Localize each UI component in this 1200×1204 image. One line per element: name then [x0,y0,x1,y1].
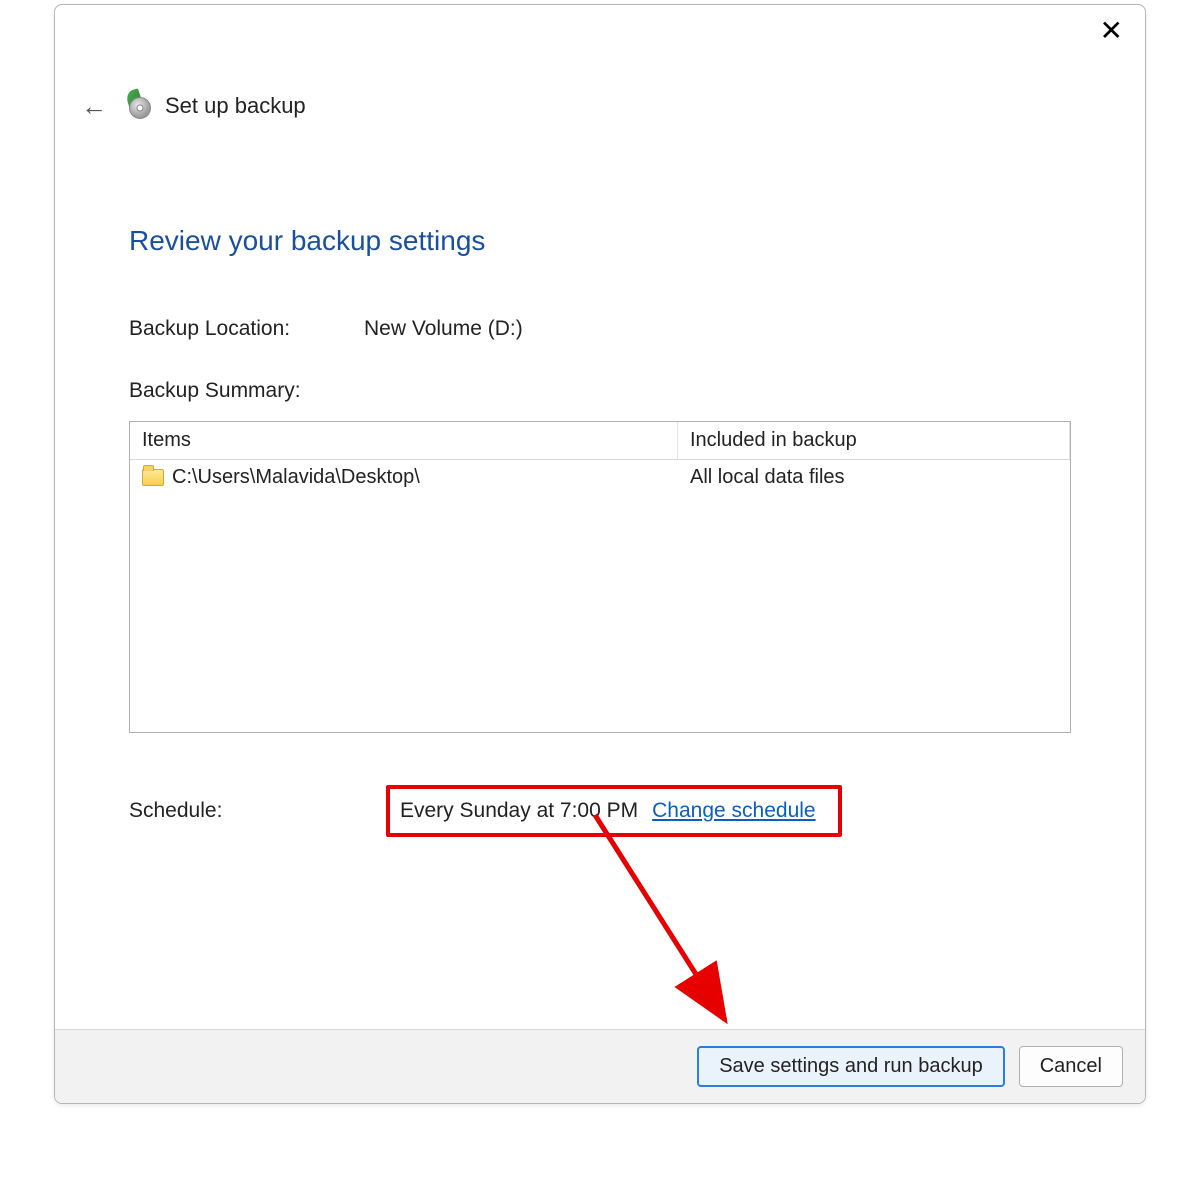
wizard-title: Set up backup [165,93,306,119]
cell-items: C:\Users\Malavida\Desktop\ [130,466,678,489]
back-arrow-icon[interactable]: ← [77,89,111,123]
backup-summary-label: Backup Summary: [129,379,1071,403]
dialog-footer: Save settings and run backup Cancel [55,1029,1145,1103]
backup-location-row: Backup Location: New Volume (D:) [129,317,1071,341]
change-schedule-link[interactable]: Change schedule [652,799,815,823]
backup-location-label: Backup Location: [129,317,364,341]
backup-wizard-icon [125,93,151,119]
content-area: Review your backup settings Backup Locat… [55,65,1145,1029]
cell-included: All local data files [678,466,1070,489]
column-header-included[interactable]: Included in backup [678,422,1070,459]
item-path: C:\Users\Malavida\Desktop\ [172,466,420,489]
schedule-label: Schedule: [129,799,386,823]
cancel-button[interactable]: Cancel [1019,1046,1123,1087]
table-row[interactable]: C:\Users\Malavida\Desktop\ All local dat… [130,460,1070,495]
column-header-items[interactable]: Items [130,422,678,459]
titlebar: ✕ [55,5,1145,65]
schedule-value: Every Sunday at 7:00 PM [400,799,638,823]
save-and-run-button[interactable]: Save settings and run backup [697,1046,1005,1087]
page-heading: Review your backup settings [129,225,1071,257]
backup-location-value: New Volume (D:) [364,317,1071,341]
schedule-row: Schedule: Every Sunday at 7:00 PM Change… [129,785,1071,837]
wizard-window: ✕ ← Set up backup Review your backup set… [54,4,1146,1104]
close-icon[interactable]: ✕ [1090,13,1133,49]
wizard-header: ← Set up backup [55,71,306,123]
backup-summary-table: Items Included in backup C:\Users\Malavi… [129,421,1071,733]
folder-icon [142,469,164,486]
table-header: Items Included in backup [130,422,1070,460]
schedule-highlight-annotation: Every Sunday at 7:00 PM Change schedule [386,785,842,837]
